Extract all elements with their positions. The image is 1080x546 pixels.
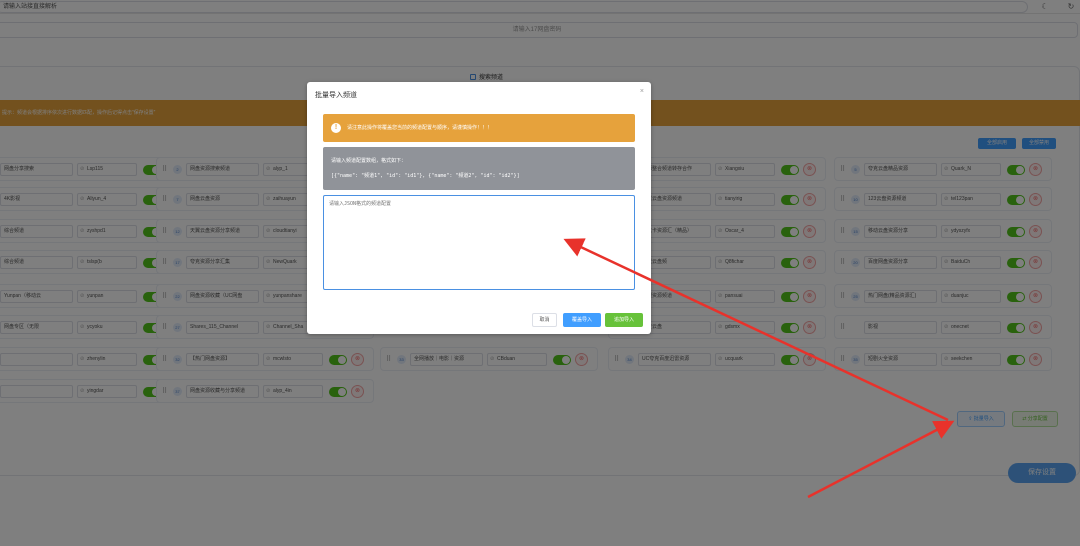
annotation-arrows <box>563 238 955 499</box>
annotation-arrow-to-textarea <box>563 238 949 422</box>
settings-page: 请输入站接直接解析 ☾ ↻ 请输入17网盘密码 搜索频道 提示：频道会根据排序依… <box>0 0 1080 546</box>
annotation-arrow-to-import <box>807 420 955 499</box>
